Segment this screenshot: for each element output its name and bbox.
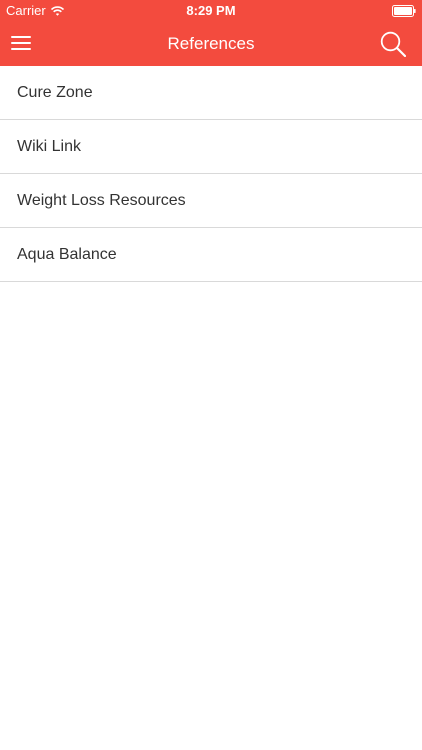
reference-item-cure-zone[interactable]: Cure Zone <box>0 66 422 120</box>
reference-item-label: Weight Loss Resources <box>17 191 186 209</box>
search-icon[interactable] <box>380 31 406 57</box>
reference-item-aqua-balance[interactable]: Aqua Balance <box>0 228 422 282</box>
references-list: Cure Zone Wiki Link Weight Loss Resource… <box>0 66 422 282</box>
reference-item-weight-loss-resources[interactable]: Weight Loss Resources <box>0 174 422 228</box>
navigation-bar: References <box>0 22 422 66</box>
reference-item-label: Aqua Balance <box>17 245 117 263</box>
reference-item-label: Cure Zone <box>17 83 93 101</box>
battery-icon <box>392 5 416 17</box>
hamburger-menu-icon[interactable] <box>11 34 31 52</box>
reference-item-label: Wiki Link <box>17 137 82 155</box>
status-time: 8:29 PM <box>186 3 236 18</box>
status-bar: Carrier 8:29 PM <box>0 0 422 22</box>
app-header: Carrier 8:29 PM References <box>0 0 422 66</box>
reference-item-wiki-link[interactable]: Wiki Link <box>0 120 422 174</box>
page-title: References <box>167 34 255 53</box>
